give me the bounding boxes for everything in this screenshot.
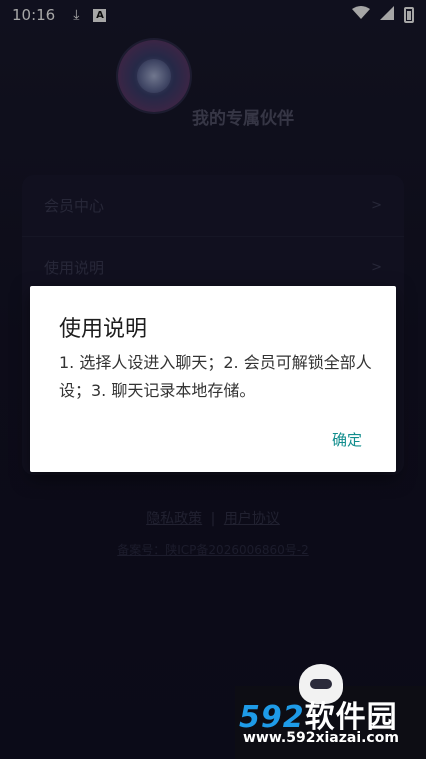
confirm-button[interactable]: 确定 [332,429,362,450]
dialog-title: 使用说明 [59,317,148,342]
watermark: 592软件园 www.592xiazai.com [235,664,426,759]
dialog-body: 1. 选择人设进入聊天；2. 会员可解锁全部人设；3. 聊天记录本地存储。 [59,353,372,400]
instructions-dialog: 使用说明 1. 选择人设进入聊天；2. 会员可解锁全部人设；3. 聊天记录本地存… [30,286,396,472]
watermark-url: www.592xiazai.com [243,730,399,746]
